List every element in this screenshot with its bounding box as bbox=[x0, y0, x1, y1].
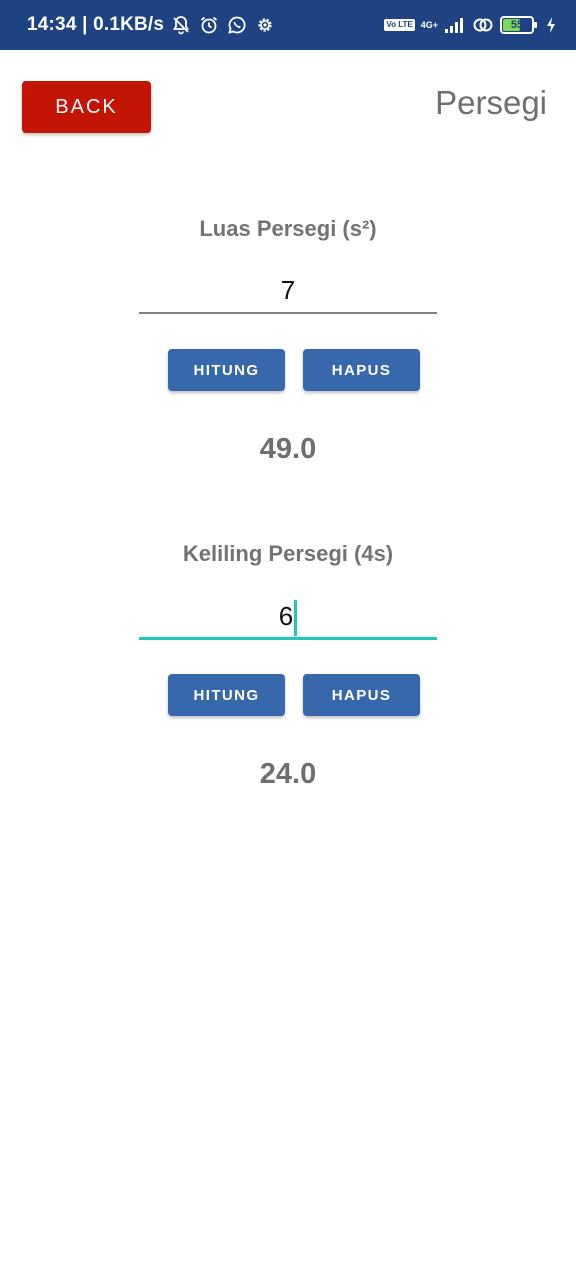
keliling-input-value: 6 bbox=[278, 601, 294, 631]
status-right: Vo LTE 4G+ 55 bbox=[384, 14, 562, 36]
keliling-hapus-button[interactable]: HAPUS bbox=[303, 674, 420, 716]
keliling-result: 24.0 bbox=[259, 758, 317, 790]
bell-off-icon bbox=[170, 14, 192, 36]
keliling-hitung-button[interactable]: HITUNG bbox=[168, 674, 285, 716]
luas-hitung-button[interactable]: HITUNG bbox=[168, 349, 285, 391]
luas-input[interactable]: 7 bbox=[139, 270, 437, 314]
signal-icon bbox=[444, 14, 466, 36]
page-title: Persegi bbox=[435, 84, 547, 121]
network-type: 4G+ bbox=[420, 19, 438, 30]
whatsapp-icon bbox=[226, 14, 248, 36]
alarm-icon bbox=[198, 14, 220, 36]
luas-label: Luas Persegi (s²) bbox=[199, 216, 377, 241]
time-speed-text: 14:34 | 0.1KB/s bbox=[27, 14, 165, 35]
battery-level: 55 bbox=[510, 19, 524, 31]
text-caret bbox=[294, 600, 298, 637]
luas-result: 49.0 bbox=[259, 433, 317, 465]
back-button[interactable]: BACK bbox=[22, 81, 151, 133]
luas-input-value: 7 bbox=[280, 275, 296, 305]
charging-icon bbox=[540, 14, 562, 36]
gear-icon bbox=[254, 14, 276, 36]
luas-hapus-button[interactable]: HAPUS bbox=[303, 349, 420, 391]
battery-icon: 55 bbox=[500, 16, 537, 34]
keliling-input[interactable]: 6 bbox=[139, 596, 437, 640]
status-bar: 14:34 | 0.1KB/s Vo LTE 4G+ 55 bbox=[0, 0, 576, 50]
keliling-label: Keliling Persegi (4s) bbox=[182, 541, 394, 566]
link-icon bbox=[472, 14, 494, 36]
status-left: 14:34 | 0.1KB/s bbox=[27, 14, 276, 36]
volte-icon: Vo LTE bbox=[384, 19, 415, 31]
